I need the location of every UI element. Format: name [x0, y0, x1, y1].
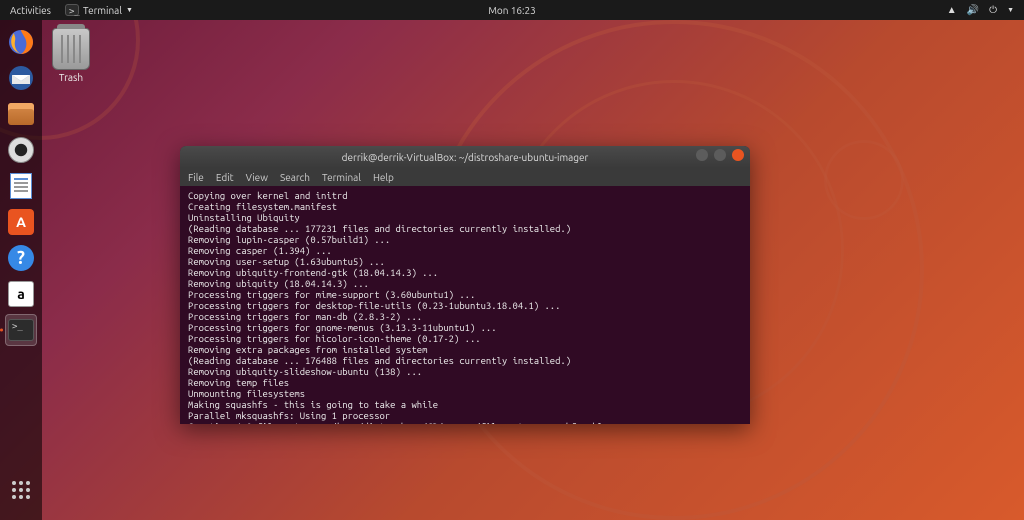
dock: ? a [0, 20, 42, 520]
rhythmbox-icon [8, 137, 34, 163]
thunderbird-icon [8, 65, 34, 91]
dock-thunderbird[interactable] [5, 62, 37, 94]
maximize-button[interactable] [714, 149, 726, 161]
menu-edit[interactable]: Edit [216, 172, 234, 183]
volume-icon: 🔊 [967, 4, 979, 16]
dock-amazon[interactable]: a [5, 278, 37, 310]
app-menu-label: Terminal [83, 5, 122, 16]
chevron-down-icon: ▼ [1007, 6, 1014, 14]
dock-ubuntu-software[interactable] [5, 206, 37, 238]
wallpaper-circle-3 [824, 140, 904, 220]
terminal-output: Copying over kernel and initrd Creating … [188, 190, 742, 424]
clock[interactable]: Mon 16:23 [488, 5, 536, 16]
files-icon [8, 103, 34, 125]
trash-label: Trash [52, 72, 90, 83]
terminal-titlebar[interactable]: derrik@derrik-VirtualBox: ~/distroshare-… [180, 146, 750, 168]
terminal-icon [8, 319, 34, 341]
terminal-menubar: File Edit View Search Terminal Help [180, 168, 750, 186]
app-menu-button[interactable]: Terminal ▼ [65, 4, 133, 16]
help-icon: ? [8, 245, 34, 271]
terminal-body[interactable]: Copying over kernel and initrd Creating … [180, 186, 750, 424]
menu-help[interactable]: Help [373, 172, 394, 183]
dock-files[interactable] [5, 98, 37, 130]
show-applications-button[interactable] [5, 474, 37, 506]
menu-terminal[interactable]: Terminal [322, 172, 361, 183]
writer-icon [10, 173, 32, 199]
apps-grid-icon [12, 481, 30, 499]
desktop-trash[interactable]: Trash [52, 28, 90, 83]
top-panel: Activities Terminal ▼ Mon 16:23 ▲ 🔊 ⏻ ▼ [0, 0, 1024, 20]
menu-file[interactable]: File [188, 172, 204, 183]
amazon-icon: a [8, 281, 34, 307]
software-icon [8, 209, 34, 235]
activities-button[interactable]: Activities [10, 5, 51, 16]
dock-libreoffice-writer[interactable] [5, 170, 37, 202]
menu-view[interactable]: View [246, 172, 268, 183]
minimize-button[interactable] [696, 149, 708, 161]
terminal-title: derrik@derrik-VirtualBox: ~/distroshare-… [342, 152, 589, 163]
terminal-icon [65, 4, 79, 16]
trash-icon [52, 28, 90, 70]
dock-help[interactable]: ? [5, 242, 37, 274]
close-button[interactable] [732, 149, 744, 161]
dock-terminal[interactable] [5, 314, 37, 346]
system-status-area[interactable]: ▲ 🔊 ⏻ ▼ [947, 4, 1014, 16]
terminal-window: derrik@derrik-VirtualBox: ~/distroshare-… [180, 146, 750, 424]
chevron-down-icon: ▼ [126, 6, 133, 14]
dock-firefox[interactable] [5, 26, 37, 58]
dock-rhythmbox[interactable] [5, 134, 37, 166]
firefox-icon [8, 29, 34, 55]
network-icon: ▲ [947, 4, 957, 16]
power-icon: ⏻ [989, 4, 997, 16]
menu-search[interactable]: Search [280, 172, 310, 183]
